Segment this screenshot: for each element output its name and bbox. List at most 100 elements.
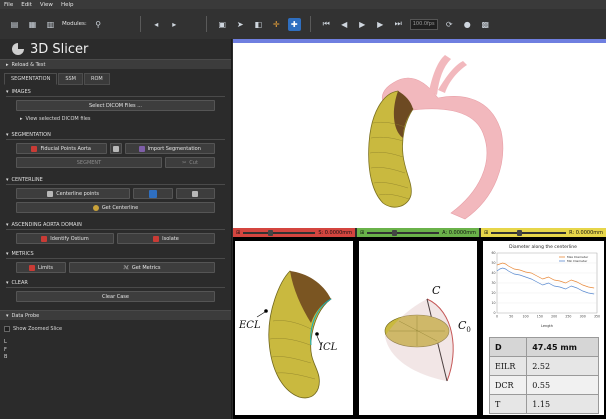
metrics-label: METRICS	[11, 251, 34, 257]
table-row: T 1.15	[488, 394, 599, 414]
delete-points-button[interactable]	[175, 188, 216, 199]
tab-segmentation[interactable]: SEGMENTATION	[4, 73, 58, 85]
first-frame-icon[interactable]: ⏮	[320, 18, 333, 31]
get-metrics-button[interactable]: ℳ Get Metrics	[69, 262, 215, 273]
toolbar-divider	[205, 16, 207, 32]
slider-knob[interactable]	[268, 229, 274, 236]
ascending-aorta-header[interactable]: ▾ ASCENDING AORTA DOMAIN	[6, 221, 225, 230]
load-data-icon[interactable]: ▤	[8, 18, 21, 31]
playback-speed-field[interactable]: 100.0fps	[409, 18, 438, 30]
back-icon[interactable]: ◂	[150, 18, 163, 31]
limits-button[interactable]: Limits	[16, 262, 66, 273]
slider-knob[interactable]	[517, 229, 523, 236]
fiducial-points-button[interactable]: Fiducial Points Aorta	[16, 143, 107, 154]
show-zoomed-row[interactable]: Show Zoomed Slice	[4, 324, 231, 333]
menu-file[interactable]: File	[4, 2, 13, 8]
save-icon[interactable]: ▥	[44, 18, 57, 31]
menu-edit[interactable]: Edit	[21, 2, 32, 8]
view-dicom-collapsible[interactable]: ▸ View selected DICOM files	[20, 114, 215, 123]
clear-case-button[interactable]: Clear Case	[16, 291, 215, 302]
y-tick-label: 30	[491, 281, 495, 285]
select-dicom-button[interactable]: Select DICOM Files ...	[16, 100, 215, 111]
isolate-button[interactable]: Isolate	[117, 233, 215, 244]
yellow-slice-bar[interactable]: ⊞ R: 0.0000mm	[481, 228, 606, 237]
red-slice-view[interactable]: ECL ICL	[235, 241, 353, 415]
centerline-row-2: Get Centerline	[16, 202, 215, 213]
layout-icon[interactable]: ▣	[216, 18, 229, 31]
red-slice-slider[interactable]	[243, 229, 316, 236]
images-header[interactable]: ▾ IMAGES	[6, 88, 225, 97]
centerline-curve-icon	[92, 204, 99, 211]
metric-key: D	[488, 337, 528, 357]
slider-knob[interactable]	[392, 229, 398, 236]
menu-view[interactable]: View	[40, 2, 53, 8]
metrics-header[interactable]: ▾ METRICS	[6, 250, 225, 259]
next-frame-icon[interactable]: ▶	[374, 18, 387, 31]
expand-arrow-icon: ▸	[20, 115, 23, 122]
chord-label: C0	[458, 319, 471, 334]
images-label: IMAGES	[11, 89, 31, 95]
place-point-button[interactable]	[133, 188, 173, 199]
x-tick-label: 150	[537, 315, 543, 319]
trash-icon	[192, 190, 199, 197]
load-dicom-icon[interactable]: ▦	[26, 18, 39, 31]
markups-icon[interactable]: ✚	[287, 17, 301, 31]
ascending-aorta-label: ASCENDING AORTA DOMAIN	[11, 222, 82, 228]
data-probe-header[interactable]: ▾ Data Probe	[0, 310, 231, 320]
metric-key: T	[488, 394, 528, 414]
red-slice-bar[interactable]: ⊞ S: 0.0000mm	[233, 228, 355, 237]
green-slice-slider[interactable]	[367, 229, 440, 236]
previous-frame-icon[interactable]: ◀	[338, 18, 351, 31]
collapse-arrow-icon: ▾	[6, 222, 9, 228]
record-icon[interactable]: ●	[461, 18, 474, 31]
import-segmentation-button[interactable]: Import Segmentation	[124, 143, 215, 154]
metric-value: 47.45 mm	[526, 337, 599, 357]
clear-row: Clear Case	[16, 291, 215, 302]
images-row: Select DICOM Files ...	[16, 100, 215, 111]
search-icon[interactable]: ⚲	[92, 18, 105, 31]
metric-key: EILR	[488, 356, 528, 376]
pointer-icon[interactable]: ➤	[234, 18, 247, 31]
reload-test-label: Reload & Test	[11, 61, 46, 68]
play-icon[interactable]: ▶	[356, 18, 369, 31]
segmentation-label: SEGMENTATION	[11, 132, 51, 138]
show-zoomed-label: Show Zoomed Slice	[13, 325, 63, 332]
chart-x-axis-label: Length	[541, 324, 553, 328]
icl-marker	[315, 332, 319, 336]
cut-button[interactable]: ✂ Cut	[165, 157, 215, 168]
centerline-header[interactable]: ▾ CENTERLINE	[6, 176, 225, 185]
reload-test-header[interactable]: ▸ Reload & Test	[0, 59, 231, 69]
identify-ostium-button[interactable]: Identify Ostium	[16, 233, 114, 244]
crosshair-icon[interactable]: ✛	[270, 18, 283, 31]
window-level-icon[interactable]: ◧	[252, 18, 265, 31]
last-frame-icon[interactable]: ⏭	[392, 18, 405, 31]
delete-fiducials-button[interactable]	[109, 143, 122, 154]
clear-label: CLEAR	[11, 280, 28, 286]
centerline-row-1: Centerline points	[16, 188, 216, 199]
aorta-3d-render	[368, 55, 504, 220]
tab-rom[interactable]: ROM	[84, 73, 110, 85]
get-centerline-button[interactable]: Get Centerline	[16, 202, 215, 213]
slicer-window: File Edit View Help ▤ ▦ ▥ Modules: ⚲ ◂ ▸…	[0, 0, 606, 419]
show-zoomed-checkbox[interactable]	[4, 325, 10, 332]
menu-help[interactable]: Help	[61, 2, 74, 8]
green-slice-view[interactable]: C C0	[359, 241, 477, 415]
yellow-slice-slider[interactable]	[491, 229, 567, 236]
segment-button[interactable]: SEGMENT	[16, 157, 162, 168]
chart-title: Diameter along the centerline	[509, 244, 577, 250]
centerline-points-button[interactable]: Centerline points	[16, 188, 131, 199]
screenshot-icon[interactable]: ▩	[479, 18, 492, 31]
green-slice-bar[interactable]: ⊞ A: 0.0000mm	[357, 228, 479, 237]
loop-icon[interactable]: ⟳	[443, 18, 456, 31]
segmentation-header[interactable]: ▾ SEGMENTATION	[6, 131, 225, 140]
centerline-icon	[47, 190, 54, 197]
clear-header[interactable]: ▾ CLEAR	[6, 279, 225, 288]
forward-icon[interactable]: ▸	[168, 18, 181, 31]
tab-ssm[interactable]: SSM	[58, 73, 83, 85]
3d-view[interactable]	[233, 39, 606, 228]
get-centerline-label: Get Centerline	[101, 204, 139, 211]
ascending-row: Identify Ostium Isolate	[16, 233, 215, 244]
table-row: DCR 0.55	[488, 375, 599, 395]
place-point-icon	[148, 189, 157, 198]
yellow-slice-view[interactable]: Diameter along the centerline 0 10 20 30 40 5…	[483, 241, 604, 415]
